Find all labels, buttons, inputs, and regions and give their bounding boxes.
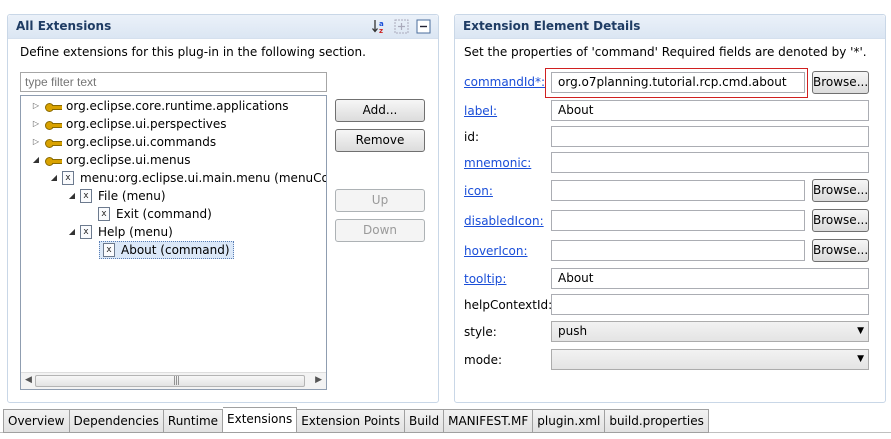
tab-build[interactable]: Build [404, 409, 445, 433]
tree-item-label: Help (menu) [98, 225, 173, 239]
tree-item[interactable]: ◢ x Help (menu) [67, 223, 173, 241]
collapse-icon[interactable]: ◢ [67, 223, 77, 241]
disabledicon-label[interactable]: disabledIcon: [464, 214, 544, 228]
commandid-label[interactable]: commandId*: [464, 75, 545, 89]
tab-manifest[interactable]: MANIFEST.MF [444, 409, 534, 433]
tree-item[interactable]: ▷ org.eclipse.core.runtime.applications [31, 97, 289, 115]
disabledicon-browse-button[interactable]: Browse... [812, 209, 869, 232]
scroll-left-icon[interactable]: ◀ [25, 375, 32, 385]
tree-item-selected[interactable]: x About (command) [99, 241, 234, 259]
tab-build-properties[interactable]: build.properties [605, 409, 709, 433]
all-extensions-title: All Extensions [16, 19, 112, 33]
all-extensions-description: Define extensions for this plug-in in th… [20, 45, 366, 59]
editor-tab-bar: Overview Dependencies Runtime Extensions… [3, 407, 709, 433]
xml-element-icon: x [80, 225, 92, 239]
expand-icon[interactable]: ▷ [31, 97, 41, 115]
style-select-value: push [558, 324, 588, 338]
svg-text:z: z [379, 27, 383, 35]
tree-item[interactable]: ▷ org.eclipse.ui.commands [31, 133, 216, 151]
tab-overview[interactable]: Overview [3, 409, 70, 433]
hovericon-browse-button[interactable]: Browse... [812, 239, 869, 262]
tooltip-field[interactable]: About [551, 268, 869, 289]
tree-item[interactable]: ◢ org.eclipse.ui.menus [31, 151, 191, 169]
tree-item-label: Exit (command) [116, 207, 212, 221]
grip-icon: ||| [173, 376, 180, 386]
up-button[interactable]: Up [335, 189, 425, 212]
tree-item[interactable]: ◢ x File (menu) [67, 187, 166, 205]
commandid-browse-button[interactable]: Browse... [812, 71, 869, 94]
sort-icon[interactable]: az [371, 18, 388, 35]
details-description: Set the properties of 'command' Required… [464, 45, 867, 59]
mode-label: mode: [464, 353, 503, 367]
xml-element-icon: x [98, 207, 110, 221]
expand-icon[interactable]: ▷ [31, 115, 41, 133]
collapse-icon[interactable]: ◢ [49, 169, 59, 187]
hovericon-label[interactable]: hoverIcon: [464, 244, 528, 258]
label-label[interactable]: label: [464, 104, 497, 118]
chevron-down-icon[interactable]: ▼ [857, 324, 864, 339]
tab-extension-points[interactable]: Extension Points [297, 409, 405, 433]
collapse-icon[interactable]: ◢ [67, 187, 77, 205]
icon-browse-button[interactable]: Browse... [812, 179, 869, 202]
label-field[interactable]: About [551, 100, 869, 121]
collapse-all-icon[interactable] [415, 18, 432, 35]
tree-item[interactable]: x Exit (command) [95, 205, 212, 223]
tooltip-label[interactable]: tooltip: [464, 272, 506, 286]
style-label: style: [464, 325, 497, 339]
extension-point-icon [45, 155, 63, 166]
collapse-icon[interactable]: ◢ [31, 151, 41, 169]
add-button[interactable]: Add... [335, 99, 425, 122]
xml-element-icon: x [103, 243, 115, 257]
section-toolbar: az [371, 18, 432, 35]
id-field[interactable] [551, 126, 869, 147]
details-header: Extension Element Details [455, 15, 885, 39]
details-title: Extension Element Details [463, 19, 641, 33]
chevron-down-icon[interactable]: ▼ [857, 352, 864, 367]
scrollbar-thumb[interactable]: ||| [35, 375, 305, 387]
collapse-toggle-icon[interactable] [393, 18, 410, 35]
down-button[interactable]: Down [335, 219, 425, 242]
mode-select[interactable]: ▼ [551, 349, 869, 370]
tree-item-label: org.eclipse.ui.commands [66, 135, 217, 149]
xml-element-icon: x [62, 171, 74, 185]
style-select[interactable]: push ▼ [551, 321, 869, 342]
expand-icon[interactable]: ▷ [31, 133, 41, 151]
icon-label[interactable]: icon: [464, 184, 493, 198]
xml-element-icon: x [80, 189, 92, 203]
extensions-tree[interactable]: ▷ org.eclipse.core.runtime.applications … [20, 95, 327, 390]
helpcontextid-field[interactable] [551, 294, 869, 315]
extension-point-icon [45, 137, 63, 148]
tree-item-label: org.eclipse.ui.perspectives [66, 117, 227, 131]
tab-runtime[interactable]: Runtime [163, 409, 224, 433]
tree-item[interactable]: ◢ x menu:org.eclipse.ui.main.menu (menuC… [49, 169, 326, 187]
tab-extensions[interactable]: Extensions [223, 407, 298, 433]
all-extensions-header: All Extensions az [8, 15, 438, 39]
mnemonic-label[interactable]: mnemonic: [464, 156, 531, 170]
tab-dependencies[interactable]: Dependencies [69, 409, 164, 433]
tree-item-label: About (command) [121, 243, 230, 257]
tree-item-label: org.eclipse.core.runtime.applications [66, 99, 289, 113]
tab-plugin-xml[interactable]: plugin.xml [533, 409, 606, 433]
extension-point-icon [45, 119, 63, 130]
tree-item-label: File (menu) [98, 189, 166, 203]
hovericon-field[interactable] [551, 240, 805, 261]
tree-item-label: org.eclipse.ui.menus [66, 153, 191, 167]
id-label: id: [464, 130, 479, 144]
horizontal-scrollbar[interactable]: ◀ ||| ▶ [21, 372, 326, 389]
tree-item[interactable]: ▷ org.eclipse.ui.perspectives [31, 115, 227, 133]
scroll-right-icon[interactable]: ▶ [315, 375, 322, 385]
filter-input[interactable] [20, 72, 327, 92]
commandid-field[interactable]: org.o7planning.tutorial.rcp.cmd.about [551, 72, 805, 93]
extension-point-icon [45, 101, 63, 112]
mnemonic-field[interactable] [551, 152, 869, 173]
helpcontextid-label: helpContextId: [464, 298, 553, 312]
remove-button[interactable]: Remove [335, 129, 425, 152]
icon-field[interactable] [551, 180, 805, 201]
tree-item-label: menu:org.eclipse.ui.main.menu (menuContr… [80, 171, 326, 185]
disabledicon-field[interactable] [551, 210, 805, 231]
